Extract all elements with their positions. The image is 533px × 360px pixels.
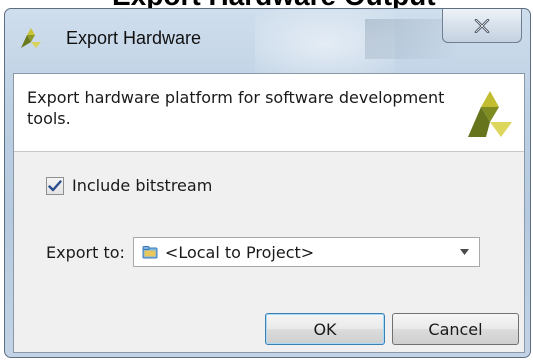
dialog-body: Export hardware platform for software de… <box>13 73 525 353</box>
ok-button[interactable]: OK <box>265 313 385 345</box>
vivado-logo-icon <box>21 28 41 48</box>
include-bitstream-checkbox[interactable] <box>46 176 64 195</box>
window-title: Export Hardware <box>66 28 202 48</box>
title-bar[interactable]: Export Hardware <box>5 9 530 71</box>
export-to-row: Export to: <Local to Project> <box>46 237 480 267</box>
include-bitstream-label[interactable]: Include bitstream <box>72 176 212 195</box>
description-banner: Export hardware platform for software de… <box>14 74 524 152</box>
cancel-button[interactable]: Cancel <box>392 313 519 345</box>
folder-icon <box>142 246 158 259</box>
vivado-logo-icon <box>468 91 512 137</box>
close-icon <box>474 18 490 33</box>
checkmark-icon <box>48 179 62 191</box>
export-location-value: <Local to Project> <box>164 242 315 262</box>
include-bitstream-row[interactable]: Include bitstream <box>46 176 212 195</box>
export-hardware-dialog: Export Hardware Export hardware platform… <box>4 8 531 358</box>
export-to-label: Export to: <box>46 242 125 262</box>
close-button[interactable] <box>442 9 522 43</box>
description-text: Export hardware platform for software de… <box>27 88 445 128</box>
chevron-down-icon[interactable] <box>459 249 469 255</box>
export-location-dropdown[interactable]: <Local to Project> <box>132 237 480 267</box>
